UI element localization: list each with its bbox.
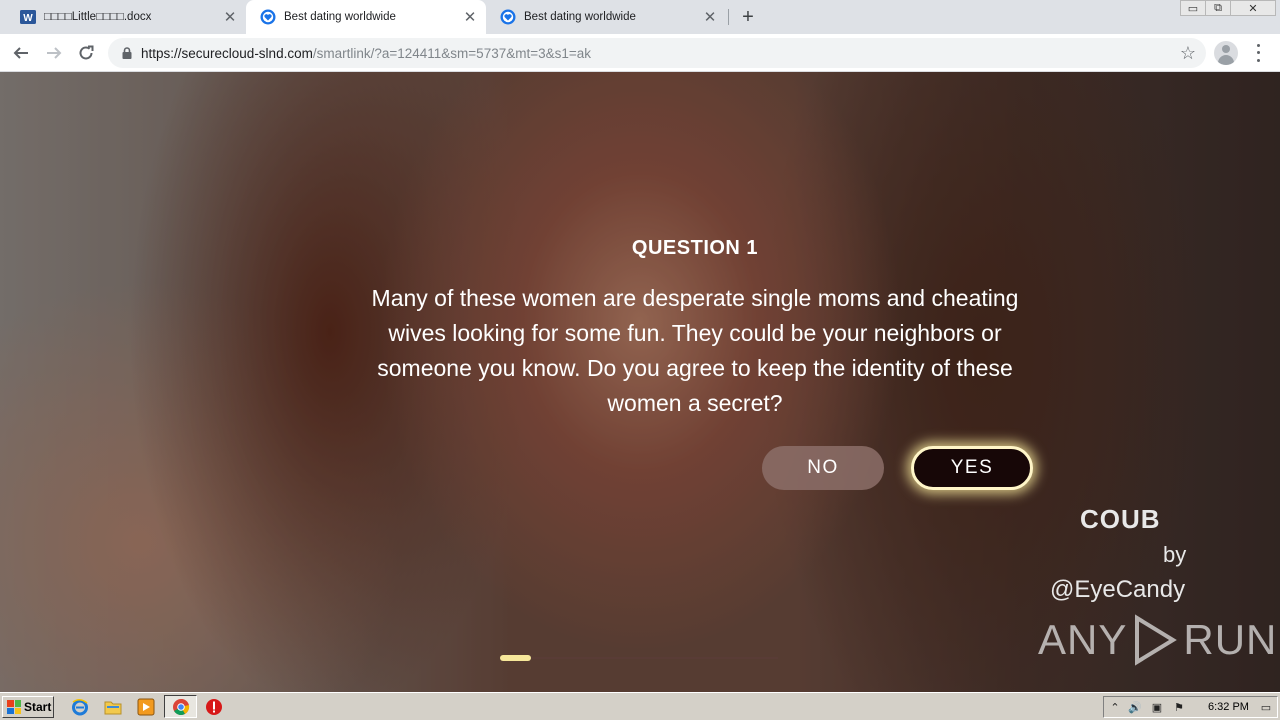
media-player-icon[interactable] — [137, 698, 155, 716]
close-window-button[interactable]: ✕ — [1230, 0, 1276, 16]
tab-separator — [728, 9, 729, 25]
tab-best-dating[interactable]: Best dating worldwide ✕ — [486, 0, 726, 34]
tab-best-dating-active[interactable]: Best dating worldwide ✕ — [246, 0, 486, 34]
watermark-handle: @EyeCandy — [1050, 576, 1186, 603]
progress-track — [500, 657, 778, 659]
new-tab-button[interactable]: + — [736, 5, 760, 29]
play-icon — [1135, 614, 1178, 666]
stop-icon[interactable] — [205, 698, 223, 716]
windows-logo-icon — [7, 700, 21, 714]
chevron-up-icon[interactable]: ⌃ — [1108, 700, 1122, 714]
yes-button[interactable]: YES — [911, 446, 1033, 490]
svg-text:W: W — [23, 13, 33, 24]
word-icon: W — [20, 10, 36, 24]
tab-title: □□□□Little□□□□.docx — [44, 11, 152, 23]
watermark-by: by — [1163, 542, 1187, 567]
question-title: QUESTION 1 — [631, 237, 759, 259]
profile-avatar-icon[interactable] — [1214, 41, 1238, 65]
minimize-button[interactable]: ▭ — [1180, 0, 1206, 16]
anyrun-watermark: ANY RUN — [1038, 610, 1277, 670]
address-bar[interactable]: https://securecloud-slnd.com/smartlink/?… — [108, 38, 1206, 68]
chrome-icon — [173, 698, 190, 715]
arrow-right-icon — [47, 47, 62, 59]
close-icon[interactable]: ✕ — [220, 7, 240, 27]
forward-button[interactable] — [41, 40, 67, 66]
browser-tab-strip: W □□□□Little□□□□.docx ✕ Best dating worl… — [0, 0, 1280, 34]
clock: 6:32 PM — [1208, 701, 1249, 713]
lock-icon — [122, 47, 132, 59]
shield-heart-icon — [500, 9, 516, 25]
url-text: https://securecloud-slnd.com/smartlink/?… — [141, 46, 591, 61]
chrome-taskbar-button[interactable] — [164, 695, 197, 718]
question-text: Many of these women are desperate single… — [371, 285, 1019, 416]
show-desktop-icon[interactable]: ▭ — [1259, 700, 1273, 714]
restore-button[interactable]: ⧉ — [1205, 0, 1231, 16]
volume-icon[interactable]: 🔊 — [1128, 700, 1142, 714]
start-label: Start — [24, 700, 52, 714]
flag-icon[interactable]: ⚑ — [1172, 700, 1186, 714]
close-icon[interactable]: ✕ — [700, 7, 720, 27]
tab-title: Best dating worldwide — [524, 11, 636, 23]
shield-heart-icon — [260, 9, 276, 25]
arrow-left-icon — [13, 47, 28, 59]
anyrun-text-right: RUN — [1183, 616, 1278, 663]
bookmark-star-icon[interactable]: ☆ — [1180, 43, 1196, 64]
tab-word-document[interactable]: W □□□□Little□□□□.docx ✕ — [6, 0, 246, 34]
folder-icon[interactable] — [104, 698, 122, 716]
browser-toolbar: https://securecloud-slnd.com/smartlink/?… — [0, 34, 1280, 72]
system-tray: ⌃ 🔊 ▣ ⚑ 6:32 PM ▭ — [1103, 696, 1278, 718]
no-button[interactable]: NO — [762, 446, 884, 490]
coub-watermark: COUB — [1080, 504, 1161, 534]
tab-title: Best dating worldwide — [284, 11, 396, 23]
kebab-menu-icon[interactable] — [1252, 42, 1264, 64]
close-icon[interactable]: ✕ — [460, 7, 480, 27]
back-button[interactable] — [8, 40, 34, 66]
windows-taskbar: Start ⌃ 🔊 ▣ ⚑ 6:32 PM ▭ — [0, 692, 1280, 720]
start-button[interactable]: Start — [2, 696, 54, 718]
url-host: https://securecloud-slnd.com — [141, 46, 313, 61]
progress-bar — [500, 655, 531, 661]
page-content: QUESTION 1 Many of these women are despe… — [0, 72, 1280, 692]
ie-icon[interactable] — [71, 698, 89, 716]
window-controls: ▭ ⧉ ✕ — [1180, 0, 1276, 18]
reload-button[interactable] — [73, 40, 99, 66]
network-icon[interactable]: ▣ — [1150, 700, 1164, 714]
reload-icon — [79, 45, 94, 60]
url-path: /smartlink/?a=124411&sm=5737&mt=3&s1=ak — [312, 46, 592, 61]
anyrun-text-left: ANY — [1038, 616, 1128, 663]
